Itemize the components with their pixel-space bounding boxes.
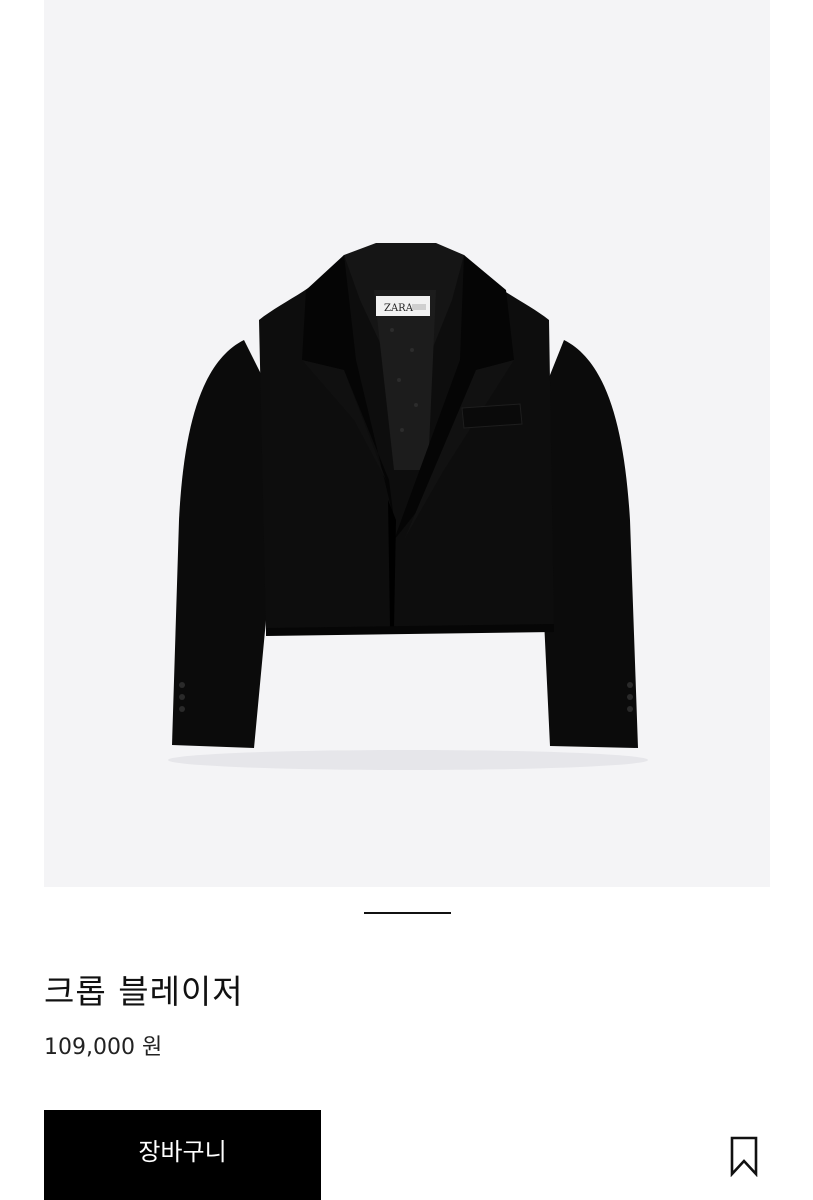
gallery-indicator <box>364 912 451 914</box>
blazer-image: ZARA <box>168 243 648 770</box>
product-image[interactable]: ZARA <box>44 0 770 887</box>
brand-label: ZARA <box>376 296 430 316</box>
bookmark-button[interactable] <box>722 1128 766 1184</box>
add-to-cart-button[interactable]: 장바구니 <box>44 1110 321 1200</box>
bookmark-icon <box>730 1136 758 1177</box>
product-title: 크롭 블레이저 <box>44 972 244 1011</box>
svg-text:ZARA: ZARA <box>384 303 414 314</box>
product-price: 109,000 원 <box>44 1035 163 1060</box>
add-to-cart-label: 장바구니 <box>138 1137 227 1166</box>
